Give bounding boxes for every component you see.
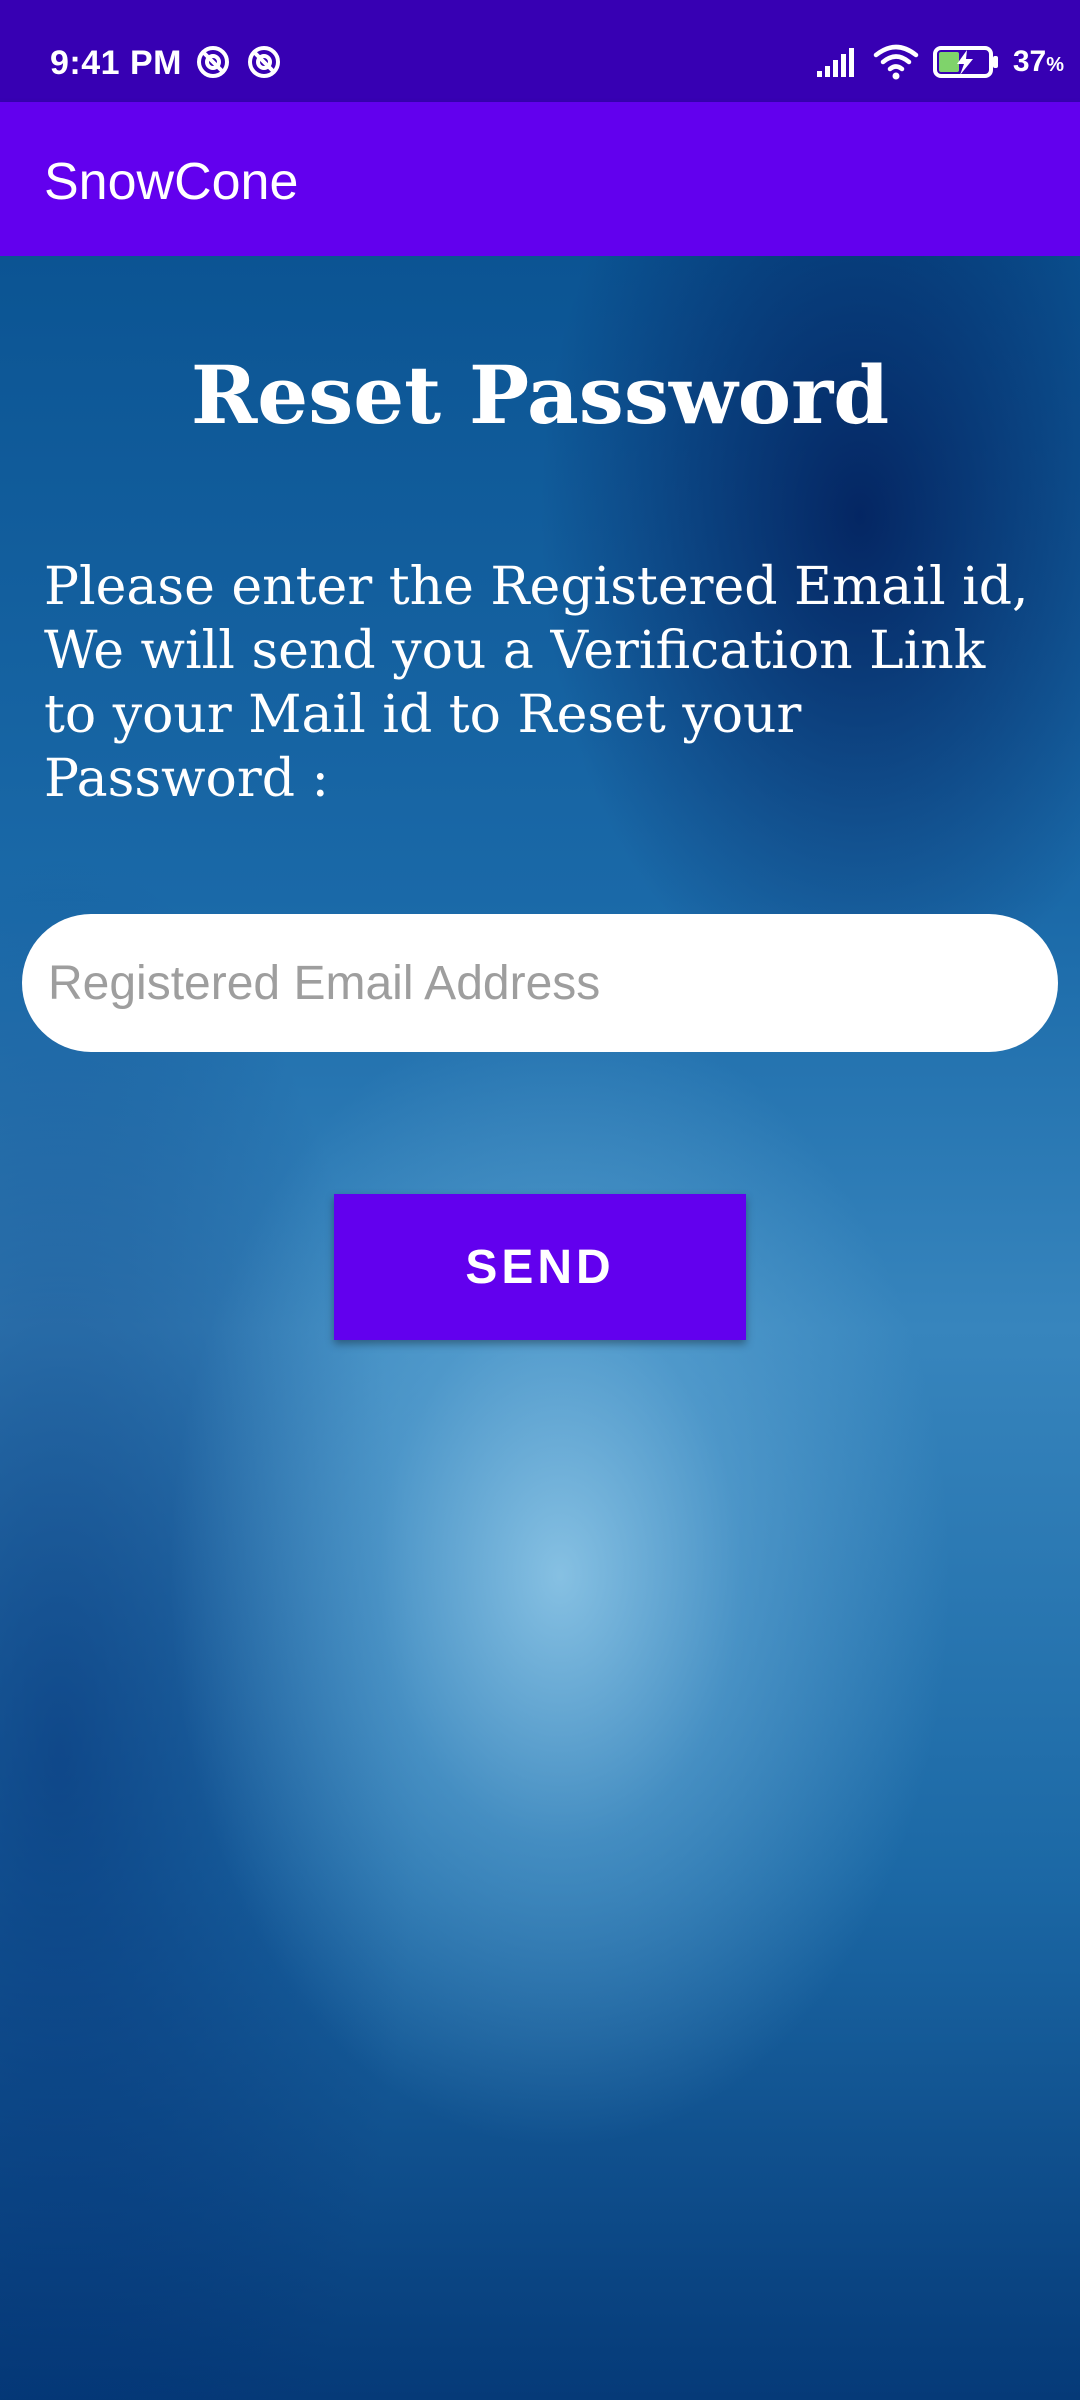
status-bar: 9:41 PM 37%	[0, 0, 1080, 102]
reset-password-screen: 9:41 PM 37% SnowCone Reset Password Plea…	[0, 0, 1080, 2400]
battery-charging-icon	[932, 46, 998, 78]
app-title: SnowCone	[44, 153, 299, 211]
send-button[interactable]: SEND	[334, 1194, 746, 1340]
battery-percent: 37%	[1012, 45, 1064, 78]
page-title: Reset Password	[190, 348, 890, 442]
app-notification-icon	[197, 46, 229, 78]
email-field[interactable]	[22, 914, 1058, 1052]
status-right-group: 37%	[815, 40, 1064, 84]
signal-icon	[816, 48, 854, 77]
app-bar: SnowCone	[0, 102, 1080, 256]
wifi-icon	[873, 44, 919, 80]
app-notification-icon	[248, 46, 280, 78]
instructions-text: Please enter the Registered Email id, We…	[44, 557, 1029, 809]
status-time: 9:41 PM	[50, 44, 182, 82]
